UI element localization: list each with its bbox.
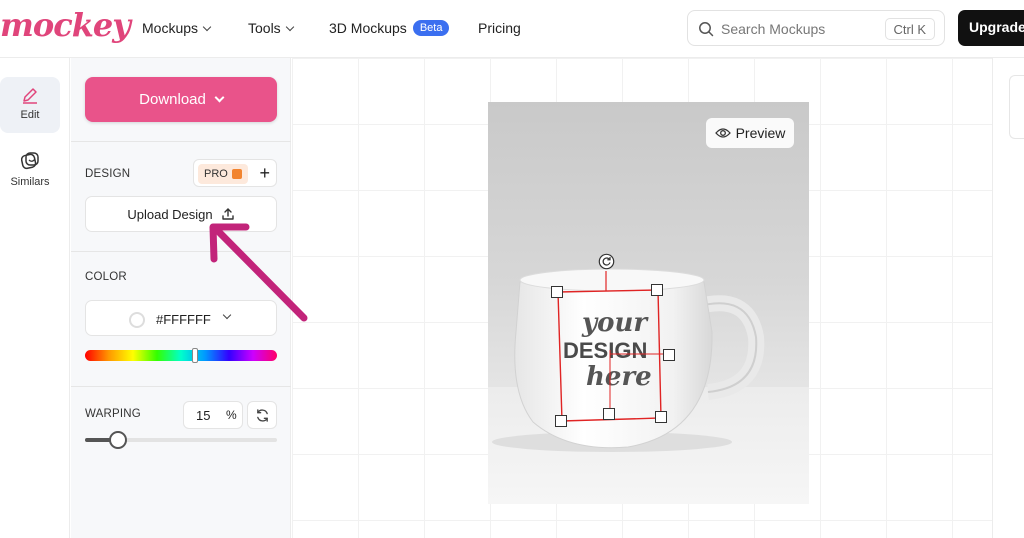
- mockey-logo[interactable]: mockey: [0, 6, 131, 44]
- hue-slider[interactable]: [85, 350, 277, 361]
- warping-value: 15: [196, 408, 211, 423]
- chevron-down-icon: [214, 92, 225, 103]
- top-navbar: mockey Mockups Tools 3D Mockups Beta Pri…: [0, 0, 1024, 58]
- add-design-button[interactable]: PRO +: [193, 159, 277, 187]
- similars-icon: [20, 152, 39, 170]
- design-transform-box[interactable]: [540, 250, 690, 435]
- nav-tools[interactable]: Tools: [248, 20, 294, 36]
- nav-tools-label: Tools: [248, 20, 281, 36]
- hue-slider-thumb[interactable]: [192, 348, 198, 363]
- refresh-icon: [257, 409, 268, 422]
- left-rail: Edit Similars: [0, 58, 70, 538]
- nav-3d-mockups[interactable]: 3D Mockups Beta: [329, 20, 450, 36]
- chevron-down-icon: [285, 22, 294, 31]
- rail-similars-label: Similars: [10, 176, 50, 188]
- download-label: Download: [139, 91, 206, 108]
- nav-3d-mockups-label: 3D Mockups: [329, 20, 407, 36]
- resize-handle-top-right[interactable]: [651, 284, 663, 296]
- warping-slider-thumb[interactable]: [109, 431, 127, 449]
- resize-handle-bottom[interactable]: [603, 408, 615, 420]
- pro-crown-icon: [231, 169, 242, 179]
- rotate-handle-icon[interactable]: [598, 253, 615, 270]
- rail-edit[interactable]: Edit: [0, 77, 60, 133]
- pencil-icon: [23, 88, 37, 104]
- annotation-arrow-icon: [209, 223, 308, 322]
- warping-input[interactable]: 15 %: [183, 401, 243, 429]
- warping-section-label: WARPING: [85, 408, 141, 420]
- resize-handle-bottom-left[interactable]: [555, 415, 567, 427]
- preview-button[interactable]: Preview: [706, 118, 794, 148]
- resize-handle-right[interactable]: [663, 349, 675, 361]
- nav-mockups[interactable]: Mockups: [142, 20, 212, 36]
- divider: [71, 141, 291, 142]
- upgrade-button[interactable]: Upgrade: [958, 10, 1024, 46]
- search-input[interactable]: Search Mockups Ctrl K: [687, 10, 945, 46]
- design-section-label: DESIGN: [85, 168, 131, 180]
- resize-handle-bottom-right[interactable]: [655, 411, 667, 423]
- eye-icon: [714, 128, 731, 138]
- nav-mockups-label: Mockups: [142, 20, 199, 36]
- search-shortcut: Ctrl K: [884, 18, 935, 40]
- search-placeholder: Search Mockups: [721, 21, 826, 37]
- color-section-label: COLOR: [85, 271, 127, 283]
- download-button[interactable]: Download: [85, 77, 277, 122]
- pro-label: PRO: [204, 168, 228, 180]
- search-icon: [699, 22, 714, 37]
- nav-pricing[interactable]: Pricing: [478, 20, 521, 36]
- chevron-down-icon: [202, 22, 212, 31]
- preview-label: Preview: [735, 125, 786, 141]
- pro-badge: PRO: [198, 164, 248, 184]
- resize-handle-top-left[interactable]: [551, 286, 563, 298]
- reset-warping-button[interactable]: [247, 401, 277, 429]
- color-swatch: [129, 312, 145, 328]
- nav-pricing-label: Pricing: [478, 20, 521, 36]
- rail-similars[interactable]: Similars: [0, 142, 60, 198]
- beta-badge: Beta: [412, 20, 450, 36]
- divider: [71, 386, 291, 387]
- rail-edit-label: Edit: [20, 109, 40, 121]
- right-panel-card[interactable]: [1009, 75, 1024, 139]
- plus-icon: +: [259, 163, 270, 183]
- warping-unit: %: [226, 408, 237, 422]
